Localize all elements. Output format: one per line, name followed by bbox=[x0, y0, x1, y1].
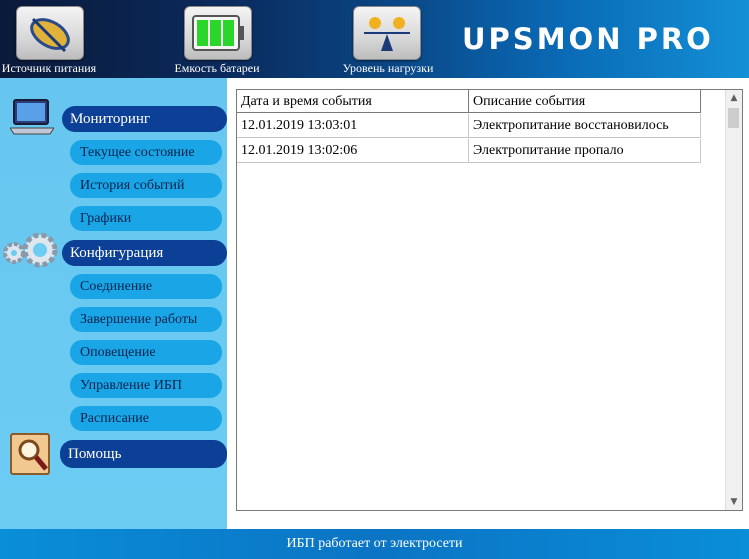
table-cell-description[interactable]: Электропитание восстановилось bbox=[469, 114, 701, 138]
laptop-icon bbox=[10, 99, 54, 135]
menu-configuration[interactable]: Конфигурация bbox=[62, 240, 227, 266]
scroll-thumb[interactable] bbox=[728, 108, 739, 128]
sidebar: Мониторинг Текущее состояние История соб… bbox=[0, 78, 227, 529]
load-level-label: Уровень нагрузки bbox=[342, 61, 434, 75]
load-level-button[interactable] bbox=[353, 6, 421, 60]
main-panel: Дата и время события Описание события 12… bbox=[227, 78, 749, 529]
menu-notification[interactable]: Оповещение bbox=[70, 340, 222, 365]
app-logo: UPSMON PRO bbox=[462, 22, 714, 56]
table-cell-description[interactable]: Электропитание пропало bbox=[469, 139, 701, 163]
status-bar: ИБП работает от электросети bbox=[0, 529, 749, 559]
scroll-down-icon[interactable]: ▼ bbox=[726, 494, 742, 510]
menu-shutdown[interactable]: Завершение работы bbox=[70, 307, 222, 332]
menu-monitoring[interactable]: Мониторинг bbox=[62, 106, 227, 132]
column-header-description[interactable]: Описание события bbox=[469, 90, 701, 113]
gears-icon bbox=[3, 232, 58, 268]
menu-current-status[interactable]: Текущее состояние bbox=[70, 140, 222, 165]
menu-charts[interactable]: Графики bbox=[70, 206, 222, 231]
battery-icon bbox=[192, 15, 244, 51]
battery-label: Емкость батареи bbox=[174, 61, 260, 75]
table-cell-datetime[interactable]: 12.01.2019 13:02:06 bbox=[237, 139, 469, 163]
column-header-datetime[interactable]: Дата и время события bbox=[237, 90, 469, 113]
menu-connection[interactable]: Соединение bbox=[70, 274, 222, 299]
menu-event-history[interactable]: История событий bbox=[70, 173, 222, 198]
menu-ups-control[interactable]: Управление ИБП bbox=[70, 373, 222, 398]
scroll-up-icon[interactable]: ▲ bbox=[726, 90, 742, 106]
power-source-icon bbox=[30, 17, 70, 53]
power-source-button[interactable] bbox=[16, 6, 84, 60]
menu-help[interactable]: Помощь bbox=[60, 440, 227, 468]
battery-button[interactable] bbox=[184, 6, 252, 60]
vertical-scrollbar[interactable]: ▲ ▼ bbox=[725, 90, 742, 510]
table-cell-datetime[interactable]: 12.01.2019 13:03:01 bbox=[237, 114, 469, 138]
magnifier-icon bbox=[10, 433, 50, 475]
header-toolbar: Источник питания Емкость батареи Уровень… bbox=[0, 0, 749, 78]
load-balance-icon bbox=[364, 17, 410, 51]
power-source-label: Источник питания bbox=[1, 61, 97, 75]
menu-schedule[interactable]: Расписание bbox=[70, 406, 222, 431]
events-table: Дата и время события Описание события 12… bbox=[236, 89, 743, 511]
